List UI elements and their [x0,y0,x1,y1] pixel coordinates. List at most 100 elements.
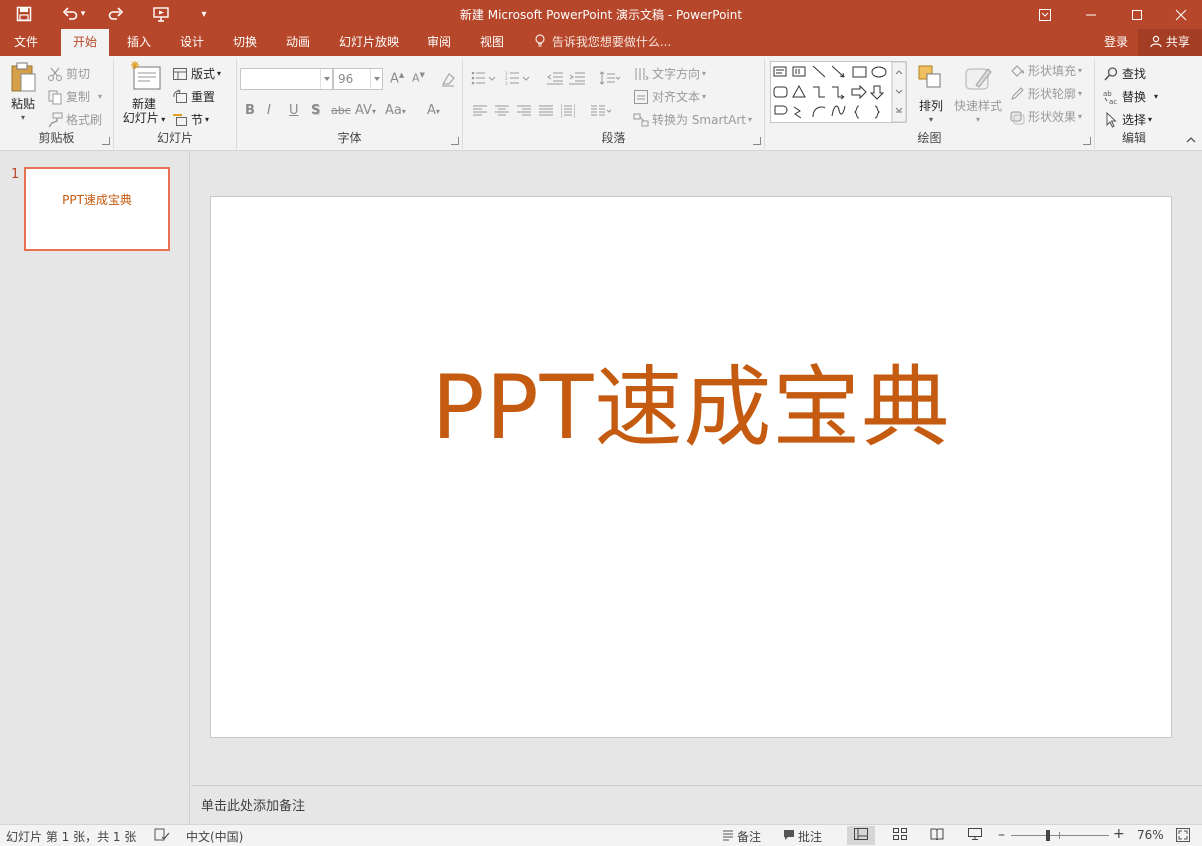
spellcheck-icon[interactable] [154,828,170,842]
tab-file[interactable]: 文件 [2,29,50,56]
text-shadow-icon[interactable]: S [311,103,320,118]
copy-button[interactable]: 复制 ▾ [47,88,102,105]
reading-view-button[interactable] [923,826,951,845]
collapse-ribbon-icon[interactable] [1186,136,1196,147]
reset-button[interactable]: 重置 [172,88,215,105]
paragraph-launcher-icon[interactable] [753,137,761,145]
language-indicator[interactable]: 中文(中国) [186,828,243,845]
align-left-icon[interactable] [473,105,487,121]
paste-dropdown-icon[interactable]: ▾ [4,111,42,125]
smartart-dropdown-icon[interactable]: ▾ [748,115,752,124]
tab-slideshow[interactable]: 幻灯片放映 [327,29,411,56]
copy-dropdown-icon[interactable]: ▾ [98,92,102,101]
shape-fill-button[interactable]: 形状填充 ▾ [1009,62,1082,79]
comments-toggle-button[interactable]: 批注 [783,828,822,845]
share-button[interactable]: 共享 [1138,29,1202,56]
shape-fill-dropdown-icon[interactable]: ▾ [1078,66,1082,75]
ribbon-display-options-icon[interactable] [1022,0,1068,29]
tab-review[interactable]: 审阅 [415,29,463,56]
tab-design[interactable]: 设计 [168,29,216,56]
new-slide-button[interactable]: 新建 幻灯片 ▾ [118,61,170,127]
tab-transitions[interactable]: 切换 [221,29,269,56]
text-direction-dropdown-icon[interactable]: ▾ [702,69,706,78]
line-spacing-icon[interactable] [599,71,621,89]
slide-title[interactable]: PPT速成宝典 [211,337,1171,464]
font-name-combobox[interactable] [240,68,333,90]
align-right-icon[interactable] [517,105,531,121]
find-button[interactable]: 查找 [1103,65,1146,82]
change-case-icon[interactable]: Aa▾ [385,103,406,118]
tell-me-box[interactable]: 告诉我您想要做什么... [534,29,671,56]
zoom-in-button[interactable]: + [1113,826,1125,842]
section-button[interactable]: 节 ▾ [172,111,209,128]
clear-formatting-icon[interactable] [440,71,456,91]
tab-view[interactable]: 视图 [468,29,516,56]
convert-smartart-button[interactable]: 转换为 SmartArt ▾ [633,111,752,128]
zoom-slider-thumb[interactable] [1046,830,1051,841]
quick-styles-dropdown-icon[interactable]: ▾ [952,113,1004,127]
align-text-button[interactable]: 对齐文本 ▾ [633,88,706,105]
replace-button[interactable]: ab ac 替换 ▾ [1103,88,1158,106]
increase-indent-icon[interactable] [569,71,585,89]
maximize-icon[interactable] [1114,0,1160,29]
slide-sorter-view-button[interactable] [886,826,914,845]
italic-icon[interactable]: I [267,103,271,118]
notes-toggle-button[interactable]: 备注 [722,828,761,845]
tab-insert[interactable]: 插入 [115,29,163,56]
justify-icon[interactable] [539,105,553,121]
strikethrough-icon[interactable]: abc [331,104,351,117]
select-button[interactable]: 选择 ▾ [1103,111,1152,128]
normal-view-button[interactable] [847,826,875,845]
character-spacing-icon[interactable]: AV▾ [355,103,376,118]
drawing-launcher-icon[interactable] [1083,137,1091,145]
new-slide-dropdown-icon[interactable]: ▾ [159,115,165,124]
shapes-gallery[interactable] [770,61,907,123]
section-dropdown-icon[interactable]: ▾ [205,115,209,124]
zoom-level[interactable]: 76% [1137,828,1164,842]
fit-slide-icon[interactable] [1176,828,1190,842]
font-name-dropdown-icon[interactable] [320,69,332,89]
slideshow-view-button[interactable] [961,826,989,845]
select-dropdown-icon[interactable]: ▾ [1148,115,1152,124]
font-launcher-icon[interactable] [451,137,459,145]
clipboard-launcher-icon[interactable] [102,137,110,145]
tab-animations[interactable]: 动画 [274,29,322,56]
font-size-dropdown-icon[interactable] [370,69,382,89]
distributed-icon[interactable] [560,104,576,122]
decrease-font-size-icon[interactable]: A▼ [412,71,425,85]
quick-styles-button[interactable]: 快速样式 ▾ [952,63,1004,127]
align-text-dropdown-icon[interactable]: ▾ [702,92,706,101]
shape-outline-dropdown-icon[interactable]: ▾ [1078,89,1082,98]
tab-home[interactable]: 开始 [61,29,110,57]
bullets-icon[interactable] [471,71,497,89]
increase-font-size-icon[interactable]: A▲ [390,71,404,86]
font-color-icon[interactable]: A▾ [427,103,440,118]
shape-outline-button[interactable]: 形状轮廓 ▾ [1009,85,1082,102]
bold-icon[interactable]: B [245,103,255,118]
layout-dropdown-icon[interactable]: ▾ [217,69,221,78]
align-center-icon[interactable] [495,105,509,121]
login-link[interactable]: 登录 [1104,29,1128,56]
arrange-dropdown-icon[interactable]: ▾ [913,113,949,127]
numbering-icon[interactable]: 123 [505,71,531,89]
notes-pane[interactable]: 单击此处添加备注 [191,785,1202,824]
columns-icon[interactable] [591,105,613,121]
minimize-icon[interactable] [1068,0,1114,29]
format-painter-button[interactable]: 格式刷 [47,111,102,128]
font-size-combobox[interactable]: 96 [333,68,383,90]
close-icon[interactable] [1158,0,1202,29]
arrange-button[interactable]: 排列 ▾ [913,63,949,127]
layout-button[interactable]: 版式 ▾ [172,65,221,82]
underline-icon[interactable]: U [289,103,299,118]
decrease-indent-icon[interactable] [547,71,563,89]
zoom-out-button[interactable]: – [998,827,1005,843]
cut-button[interactable]: 剪切 [47,65,90,82]
slide-thumbnail[interactable]: PPT速成宝典 [24,167,170,251]
paste-button[interactable]: 粘贴 ▾ [4,61,42,125]
slide-canvas[interactable]: PPT速成宝典 [210,196,1172,738]
replace-dropdown-icon[interactable]: ▾ [1154,92,1158,101]
shape-effects-dropdown-icon[interactable]: ▾ [1078,112,1082,121]
shape-effects-button[interactable]: 形状效果 ▾ [1009,108,1082,125]
text-direction-button[interactable]: 文字方向 ▾ [633,65,706,82]
zoom-slider-track[interactable] [1011,835,1109,836]
